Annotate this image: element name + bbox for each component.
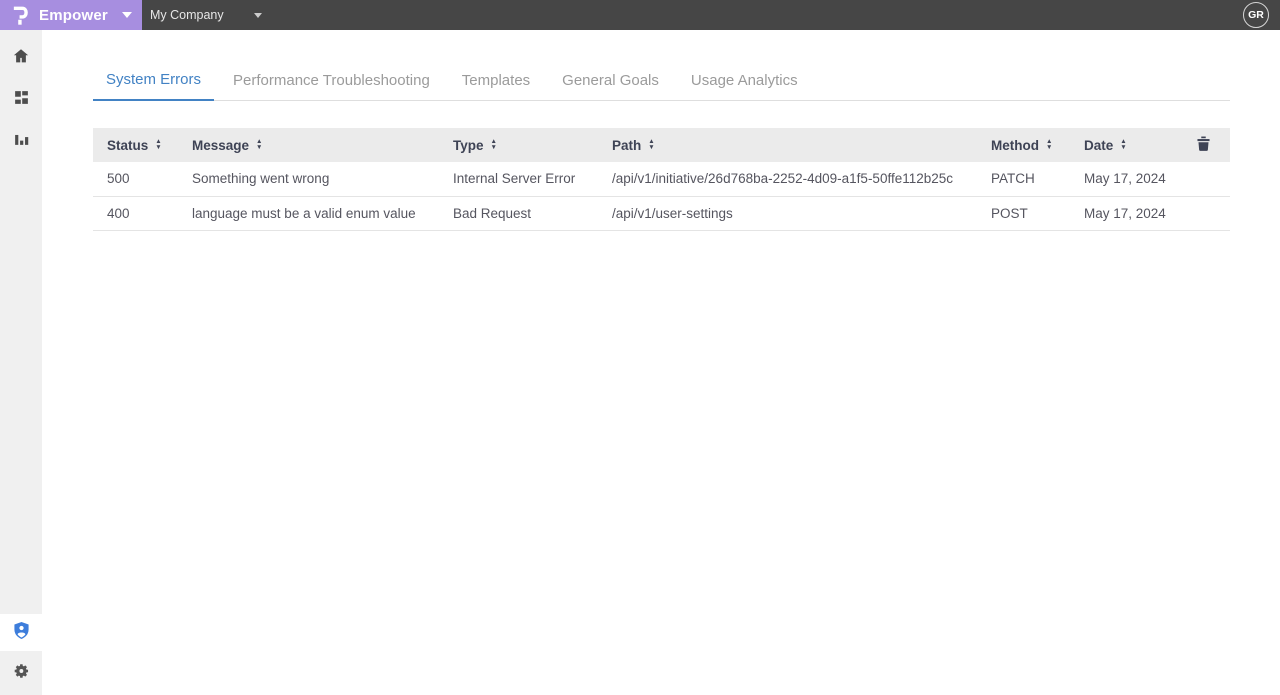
cell-type: Bad Request <box>439 196 598 231</box>
trash-icon <box>1196 136 1210 154</box>
tab-templates[interactable]: Templates <box>449 72 543 100</box>
column-header-type[interactable]: Type ▲ ▼ <box>439 128 598 162</box>
cell-status: 400 <box>93 196 178 231</box>
brand-name: Empower <box>39 6 108 24</box>
column-header-path[interactable]: Path ▲ ▼ <box>598 128 977 162</box>
cell-message: language must be a valid enum value <box>178 196 439 231</box>
brand-caret-icon <box>122 12 132 18</box>
sort-icon: ▲ ▼ <box>490 137 497 151</box>
cell-message: Something went wrong <box>178 162 439 197</box>
cell-actions <box>1176 162 1230 197</box>
tab-system-errors[interactable]: System Errors <box>93 71 215 101</box>
sidebar-bottom <box>0 606 42 695</box>
sidebar-item-reports[interactable] <box>0 120 42 161</box>
cell-path: /api/v1/user-settings <box>598 196 977 231</box>
column-header-status[interactable]: Status ▲ ▼ <box>93 128 178 162</box>
chevron-down-icon <box>254 12 262 18</box>
shield-user-icon <box>13 621 30 645</box>
cell-method: PATCH <box>977 162 1070 197</box>
main-content: System Errors Performance Troubleshootin… <box>42 30 1280 695</box>
top-bar: Empower My Company GR <box>0 0 1280 30</box>
sidebar-item-dashboard[interactable] <box>0 79 42 120</box>
company-selector-value: My Company <box>150 8 224 22</box>
dashboard-icon <box>13 89 30 111</box>
empower-logo-icon <box>11 4 30 26</box>
gear-icon <box>12 662 30 685</box>
home-icon <box>12 47 30 70</box>
brand-menu[interactable]: Empower <box>0 0 142 30</box>
avatar[interactable]: GR <box>1243 2 1269 28</box>
column-header-date[interactable]: Date ▲ ▼ <box>1070 128 1176 162</box>
sidebar-item-admin[interactable] <box>0 614 42 651</box>
cell-actions <box>1176 196 1230 231</box>
cell-date: May 17, 2024 <box>1070 162 1176 197</box>
sort-icon: ▲ ▼ <box>1120 137 1127 151</box>
cell-method: POST <box>977 196 1070 231</box>
table-row[interactable]: 400 language must be a valid enum value … <box>93 196 1230 231</box>
cell-path: /api/v1/initiative/26d768ba-2252-4d09-a1… <box>598 162 977 197</box>
sort-icon: ▲ ▼ <box>648 137 655 151</box>
column-header-message[interactable]: Message ▲ ▼ <box>178 128 439 162</box>
tab-performance-troubleshooting[interactable]: Performance Troubleshooting <box>220 72 443 100</box>
column-header-delete[interactable] <box>1176 128 1230 162</box>
table-header-row: Status ▲ ▼ Message ▲ ▼ Type ▲ ▼ Path ▲ ▼ Method ▲… <box>93 128 1230 162</box>
tab-bar: System Errors Performance Troubleshootin… <box>93 71 1230 101</box>
sort-icon: ▲ ▼ <box>155 137 162 151</box>
cell-type: Internal Server Error <box>439 162 598 197</box>
company-selector[interactable]: My Company <box>142 0 272 30</box>
tab-general-goals[interactable]: General Goals <box>549 72 672 100</box>
column-header-method[interactable]: Method ▲ ▼ <box>977 128 1070 162</box>
system-errors-table: Status ▲ ▼ Message ▲ ▼ Type ▲ ▼ Path ▲ ▼ Method ▲… <box>93 128 1230 231</box>
sidebar <box>0 30 42 695</box>
tab-usage-analytics[interactable]: Usage Analytics <box>678 72 811 100</box>
sort-icon: ▲ ▼ <box>256 137 263 151</box>
sidebar-item-settings[interactable] <box>0 651 42 695</box>
bar-chart-icon <box>13 130 30 152</box>
sidebar-item-home[interactable] <box>0 38 42 79</box>
cell-status: 500 <box>93 162 178 197</box>
cell-date: May 17, 2024 <box>1070 196 1176 231</box>
table-row[interactable]: 500 Something went wrong Internal Server… <box>93 162 1230 197</box>
sort-icon: ▲ ▼ <box>1046 137 1053 151</box>
